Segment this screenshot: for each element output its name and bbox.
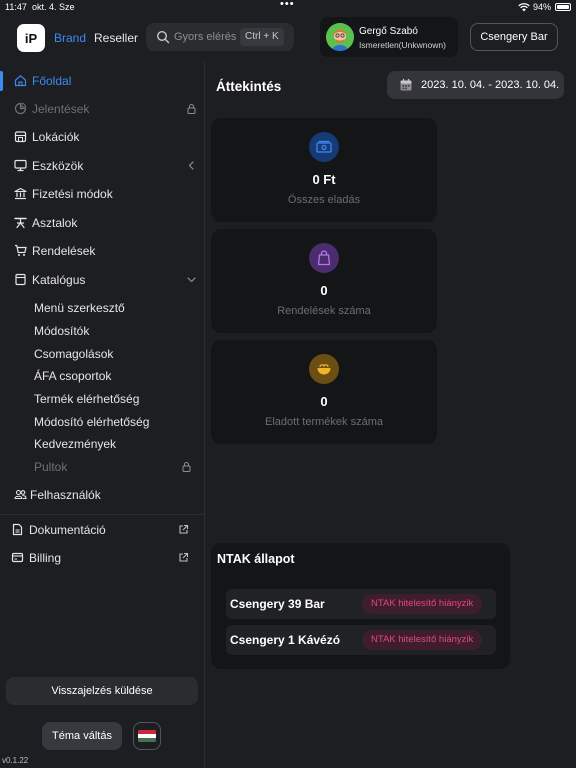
brand-link[interactable]: Brand bbox=[54, 31, 86, 45]
sidebar-item-home[interactable]: Főoldal bbox=[0, 67, 205, 95]
date-range-text: 2023. 10. 04. - 2023. 10. 04. bbox=[421, 79, 560, 91]
hungarian-flag-icon bbox=[138, 730, 156, 742]
sidebar-subitem-discounts[interactable]: Kedvezmények bbox=[34, 437, 116, 455]
sidebar-item-billing[interactable]: Billing bbox=[0, 544, 205, 572]
sidebar-item-label: Katalógus bbox=[32, 273, 86, 287]
ntak-venue-name: Csengery 39 Bar bbox=[230, 597, 325, 611]
app-logo[interactable]: iP bbox=[17, 24, 45, 52]
user-role: Ismeretlen(Unkwnown) bbox=[359, 40, 446, 50]
sidebar-item-orders[interactable]: Rendelések bbox=[0, 237, 205, 265]
avatar bbox=[326, 23, 354, 51]
sidebar-subitem-menu-editor[interactable]: Menü szerkesztő bbox=[34, 301, 125, 319]
search-icon bbox=[156, 30, 170, 44]
multitask-dots[interactable]: ••• bbox=[280, 0, 295, 10]
sidebar-item-label: Rendelések bbox=[32, 244, 96, 258]
sidebar-item-label: Lokációk bbox=[32, 130, 80, 144]
chevron-down-icon bbox=[187, 277, 196, 283]
sidebar-item-locations[interactable]: Lokációk bbox=[0, 123, 205, 151]
sidebar-item-devices[interactable]: Eszközök bbox=[0, 152, 205, 180]
sidebar-subitem-counters[interactable]: Pultok bbox=[34, 460, 67, 478]
sidebar-subitem-modifier-availability[interactable]: Módosító elérhetőség bbox=[34, 415, 149, 433]
stat-value: 0 bbox=[320, 394, 328, 409]
main-content: Áttekintés 2023. 10. 04. - 2023. 10. 04.… bbox=[206, 62, 576, 768]
sidebar-subitem-vat-groups[interactable]: ÁFA csoportok bbox=[34, 369, 111, 387]
battery-icon bbox=[555, 3, 571, 11]
sidebar-subitem-packaging[interactable]: Csomagolások bbox=[34, 347, 113, 365]
users-icon bbox=[14, 489, 27, 500]
sidebar-item-label: Asztalok bbox=[32, 216, 78, 230]
sidebar: Főoldal Jelentések Lokációk Eszközök Fiz… bbox=[0, 62, 205, 768]
sidebar-item-catalog[interactable]: Katalógus bbox=[0, 266, 205, 294]
sidebar-item-label: Felhasználók bbox=[30, 488, 101, 502]
status-date: okt. 4. Sze bbox=[32, 2, 75, 12]
calendar-icon bbox=[400, 79, 412, 91]
user-menu[interactable]: Gergő Szabó Ismeretlen(Unkwnown) bbox=[320, 17, 458, 57]
ntak-venue-name: Csengery 1 Kávézó bbox=[230, 633, 341, 647]
theme-toggle-button[interactable]: Téma váltás bbox=[42, 722, 122, 750]
external-link-icon bbox=[179, 524, 189, 534]
sidebar-subitem-modifiers[interactable]: Módosítók bbox=[34, 324, 89, 342]
sidebar-item-tables[interactable]: Asztalok bbox=[0, 209, 205, 237]
cash-icon bbox=[309, 132, 339, 162]
cart-icon bbox=[15, 244, 27, 256]
ntak-status-card: NTAK állapot Csengery 39 Bar NTAK hitele… bbox=[211, 543, 510, 669]
sidebar-item-users[interactable]: Felhasználók bbox=[0, 481, 205, 509]
sidebar-item-label: Főoldal bbox=[32, 74, 72, 88]
sidebar-item-reports[interactable]: Jelentések bbox=[0, 95, 205, 123]
quick-search[interactable]: Gyors elérés Ctrl + K bbox=[146, 23, 294, 51]
sidebar-item-label: Dokumentáció bbox=[29, 523, 106, 537]
search-shortcut: Ctrl + K bbox=[240, 28, 284, 46]
store-icon bbox=[14, 131, 27, 143]
venue-select-button[interactable]: Csengery Bar bbox=[470, 23, 558, 51]
monitor-icon bbox=[14, 159, 27, 172]
stat-card-items-sold: 0 Eladott termékek száma bbox=[211, 340, 437, 444]
ntak-row[interactable]: Csengery 39 Bar NTAK hitelesítő hiányzik bbox=[226, 589, 496, 619]
chart-icon bbox=[14, 102, 27, 115]
sidebar-item-label: Billing bbox=[29, 551, 62, 565]
external-link-icon bbox=[179, 552, 189, 562]
battery-percent: 94% bbox=[533, 2, 552, 12]
billing-icon bbox=[11, 552, 24, 563]
bag-icon bbox=[309, 243, 339, 273]
table-icon bbox=[14, 217, 27, 229]
app-version: v0.1.22 bbox=[2, 756, 29, 765]
page-title: Áttekintés bbox=[216, 79, 282, 94]
bank-icon bbox=[14, 187, 27, 200]
home-icon bbox=[14, 75, 27, 87]
search-placeholder: Gyors elérés bbox=[174, 31, 237, 43]
feedback-button[interactable]: Visszajelzés küldése bbox=[6, 677, 198, 705]
reseller-link[interactable]: Reseller bbox=[94, 31, 138, 45]
sidebar-item-payment-methods[interactable]: Fizetési módok bbox=[0, 180, 205, 208]
top-bar: iP Brand Reseller Gyors elérés Ctrl + K … bbox=[0, 14, 576, 62]
sidebar-divider bbox=[0, 514, 205, 515]
ntak-status-badge: NTAK hitelesítő hiányzik bbox=[362, 594, 483, 614]
ntak-status-badge: NTAK hitelesítő hiányzik bbox=[362, 630, 483, 650]
book-icon bbox=[15, 273, 26, 286]
sidebar-item-label: Eszközök bbox=[32, 159, 84, 173]
sidebar-subitem-product-availability[interactable]: Termék elérhetőség bbox=[34, 392, 139, 410]
stat-caption: Eladott termékek száma bbox=[265, 416, 383, 428]
user-name: Gergő Szabó bbox=[359, 26, 418, 37]
sidebar-item-label: Jelentések bbox=[32, 102, 90, 116]
ntak-row[interactable]: Csengery 1 Kávézó NTAK hitelesítő hiányz… bbox=[226, 625, 496, 655]
stat-value: 0 bbox=[320, 283, 328, 298]
chevron-left-icon bbox=[188, 161, 194, 170]
date-range-picker[interactable]: 2023. 10. 04. - 2023. 10. 04. bbox=[387, 71, 564, 99]
stat-card-order-count: 0 Rendelések száma bbox=[211, 229, 437, 333]
stat-caption: Rendelések száma bbox=[277, 305, 371, 317]
status-time: 11:47 bbox=[5, 2, 27, 12]
stat-caption: Összes eladás bbox=[287, 194, 361, 206]
stat-value: 0 Ft bbox=[312, 172, 336, 187]
sidebar-item-documentation[interactable]: Dokumentáció bbox=[0, 516, 205, 544]
sidebar-item-label: Fizetési módok bbox=[32, 187, 113, 201]
ntak-title: NTAK állapot bbox=[217, 552, 295, 566]
lock-icon bbox=[182, 462, 191, 472]
wifi-icon bbox=[518, 3, 530, 12]
status-bar: 11:47 okt. 4. Sze ••• 94% bbox=[0, 0, 576, 14]
stat-card-total-sales: 0 Ft Összes eladás bbox=[211, 118, 437, 222]
bowl-icon bbox=[309, 354, 339, 384]
document-icon bbox=[12, 523, 23, 536]
language-button[interactable] bbox=[133, 722, 161, 750]
lock-icon bbox=[187, 104, 196, 114]
